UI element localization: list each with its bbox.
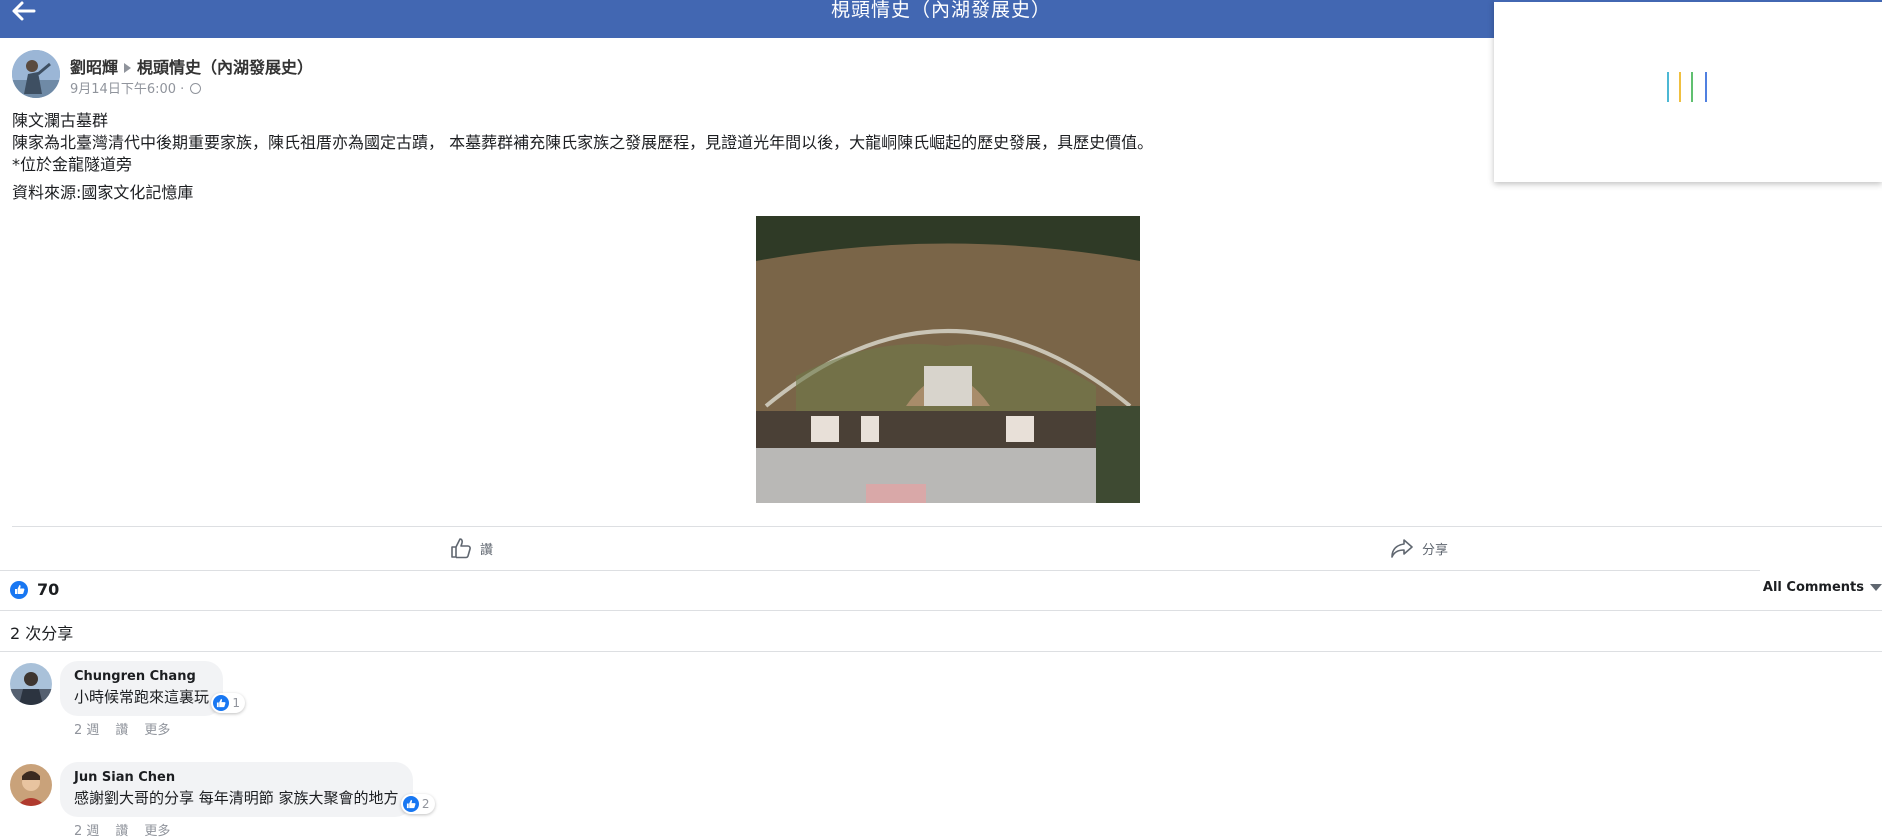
reaction-summary[interactable]: 70: [10, 580, 59, 599]
share-button[interactable]: 分享: [1390, 534, 1448, 562]
comment-actions: 2 週 讚 更多: [74, 719, 186, 738]
post-text-line: *位於金龍隧道旁: [12, 155, 133, 174]
comment-reaction-badge[interactable]: 1: [211, 693, 246, 713]
comment-time[interactable]: 2 週: [74, 824, 99, 838]
reaction-count: 70: [37, 580, 60, 599]
comment-actions: 2 週 讚 更多: [74, 820, 186, 838]
caret-down-icon: [1870, 584, 1882, 591]
author-avatar[interactable]: [12, 50, 60, 98]
post-title-line: 陳文瀾古墓群: [12, 111, 109, 130]
post-photo[interactable]: [756, 216, 1140, 503]
comment-time[interactable]: 2 週: [74, 723, 99, 738]
comment-reaction-count: 2: [421, 797, 430, 811]
comment-text: 小時候常跑來這裏玩: [74, 688, 210, 706]
all-comments-dropdown[interactable]: All Comments: [1763, 580, 1882, 595]
divider: [0, 651, 1882, 652]
divider: [12, 526, 1882, 527]
divider: [0, 570, 1760, 571]
comment-more-link[interactable]: 更多: [144, 723, 170, 738]
post-author-line: 劉昭輝 梘頭情史（內湖發展史）: [70, 54, 313, 78]
all-comments-label: All Comments: [1762, 580, 1864, 595]
post-body: 陳文瀾古墓群 陳家為北臺灣清代中後期重要家族，陳氏祖厝亦為國定古蹟， 本墓葬群補…: [12, 110, 1153, 204]
comment-reaction-badge[interactable]: 2: [400, 794, 435, 814]
loading-panel: [1494, 0, 1882, 182]
like-button[interactable]: 讚: [450, 534, 493, 562]
commenter-name[interactable]: Jun Sian Chen: [74, 769, 399, 787]
comment-more-link[interactable]: 更多: [144, 824, 170, 838]
thumbs-up-icon: [451, 538, 471, 559]
divider: [0, 610, 1882, 611]
post-source-line: 資料來源:國家文化記憶庫: [12, 183, 194, 202]
share-arrow-icon: [1391, 539, 1413, 558]
comment-bubble: Jun Sian Chen 感謝劉大哥的分享 每年清明節 家族大聚會的地方 2: [60, 762, 435, 817]
right-triangle-icon: [124, 63, 132, 73]
share-label: 分享: [1422, 542, 1449, 558]
group-name[interactable]: 梘頭情史（內湖發展史）: [137, 58, 313, 77]
comment-reaction-count: 1: [232, 696, 241, 710]
globe-icon: [190, 83, 202, 94]
comment-bubble: Chungren Chang 小時候常跑來這裏玩 1: [60, 661, 246, 716]
commenter-avatar[interactable]: [10, 663, 52, 705]
post-meta: 9月14日下午6:00 ·: [70, 78, 202, 97]
like-reaction-icon: [402, 796, 419, 812]
share-count[interactable]: 2 次分享: [10, 620, 73, 644]
comment-text: 感謝劉大哥的分享 每年清明節 家族大聚會的地方: [74, 789, 399, 807]
like-reaction-icon: [213, 695, 230, 711]
comment-item: Jun Sian Chen 感謝劉大哥的分享 每年清明節 家族大聚會的地方 2 …: [10, 762, 910, 838]
comment-item: Chungren Chang 小時候常跑來這裏玩 1 2 週 讚 更多: [10, 661, 910, 743]
loading-spinner-icon: [1667, 72, 1707, 102]
commenter-name[interactable]: Chungren Chang: [74, 668, 209, 686]
comment-like-link[interactable]: 讚: [115, 723, 128, 738]
commenter-avatar[interactable]: [10, 764, 52, 806]
like-label: 讚: [480, 542, 494, 558]
author-name[interactable]: 劉昭輝: [70, 58, 118, 77]
comment-like-link[interactable]: 讚: [115, 824, 128, 838]
like-reaction-icon: [10, 580, 28, 599]
post-timestamp[interactable]: 9月14日下午6:00 ·: [70, 82, 184, 97]
post-text-line: 陳家為北臺灣清代中後期重要家族，陳氏祖厝亦為國定古蹟， 本墓葬群補充陳氏家族之發…: [12, 133, 1154, 152]
